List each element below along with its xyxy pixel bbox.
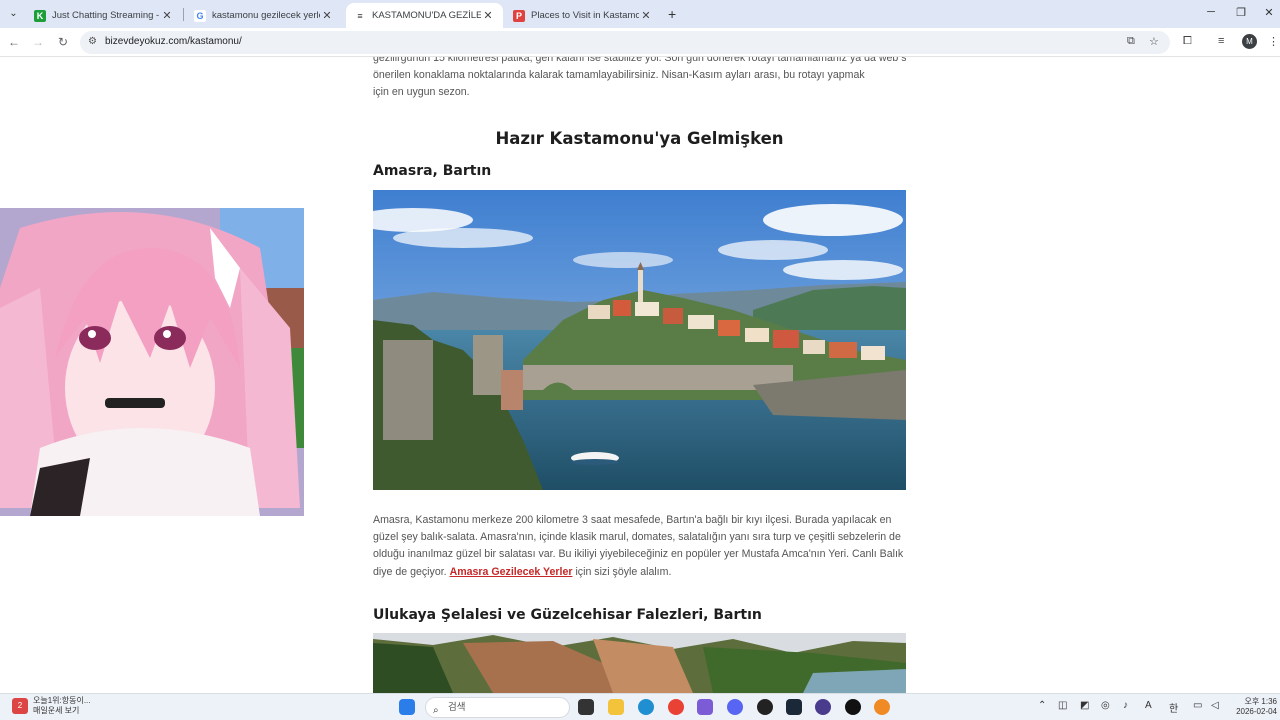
ime-language[interactable]: 한	[1169, 700, 1178, 715]
tab-strip: ⌄ K Just Chatting Streaming - Live ✕ G k…	[0, 0, 1280, 28]
discord-icon[interactable]	[727, 699, 743, 715]
tab-0-title: Just Chatting Streaming - Live	[52, 10, 160, 21]
volume-icon[interactable]: ◁	[1211, 700, 1219, 711]
site-info-icon[interactable]: ⚙	[88, 36, 97, 47]
close-icon[interactable]: ✕	[160, 9, 174, 22]
windows-taskbar: 2 오늘1위:항동이... 매일운세 보기 ⌕ 검색 ⌃ ◫ ◩ ◎ ♪ A 한…	[0, 693, 1280, 720]
file-explorer-icon[interactable]	[608, 699, 624, 715]
amasra-body-text-end: için sizi şöyle alalım.	[575, 565, 672, 578]
bookmark-star-icon[interactable]: ☆	[1149, 35, 1159, 48]
ime-mode-icon[interactable]: A	[1145, 700, 1152, 711]
forward-arrow-icon[interactable]: →	[30, 35, 46, 49]
minimize-icon[interactable]: ─	[1201, 6, 1221, 18]
tab-1[interactable]: G kastamonu gezilecek yerler - G ✕	[186, 3, 342, 28]
edge-browser-icon[interactable]	[638, 699, 654, 715]
intro-line-3: için en uygun sezon.	[373, 86, 470, 99]
app-icon-orange[interactable]	[874, 699, 890, 715]
tray-chevron-up-icon[interactable]: ⌃	[1038, 700, 1046, 711]
intro-line-2: önerilen konaklama noktalarında kalarak …	[373, 69, 865, 82]
place-heading-amasra: Amasra, Bartın	[373, 163, 492, 179]
clock-time: 오후 1:36	[1244, 697, 1277, 706]
tray-app-icon-2[interactable]: ◩	[1080, 700, 1089, 711]
address-bar[interactable]: ⚙ bizevdeyokuz.com/kastamonu/ ⧉ ☆	[80, 31, 1170, 54]
task-view-icon[interactable]	[578, 699, 594, 715]
amasra-guide-link[interactable]: Amasra Gezilecek Yerler	[450, 566, 573, 578]
more-menu-icon[interactable]: ⋮	[1268, 35, 1279, 48]
reload-icon[interactable]: ↻	[55, 35, 71, 49]
tray-app-icon[interactable]: ◫	[1058, 700, 1067, 711]
tray-app-icon-3[interactable]: ◎	[1101, 700, 1110, 711]
app-icon-purple[interactable]	[697, 699, 713, 715]
web-page: gezilirgünün 15 kilometresi patika, geri…	[0, 57, 1280, 693]
google-favicon-icon: G	[194, 9, 206, 22]
intro-line-1: gezilirgünün 15 kilometresi patika, geri…	[373, 57, 906, 64]
news-widget[interactable]: 오늘1위:항동이... 매일운세 보기	[33, 696, 91, 716]
tab-2-active[interactable]: ≡ KASTAMONU'DA GEZİLECEK YE ✕	[346, 3, 503, 28]
pinterest-favicon-icon: P	[513, 9, 525, 22]
browser-toolbar: ← → ↻ ⚙ bizevdeyokuz.com/kastamonu/ ⧉ ☆ …	[0, 28, 1280, 57]
close-icon[interactable]: ✕	[481, 9, 495, 22]
obs-icon[interactable]	[757, 699, 773, 715]
kick-favicon-icon: K	[34, 9, 46, 22]
back-arrow-icon[interactable]: ←	[6, 35, 22, 49]
place-heading-ulukaya: Ulukaya Şelalesi ve Güzelcehisar Falezle…	[373, 607, 762, 623]
search-placeholder: 검색	[448, 702, 466, 713]
taskbar-search[interactable]: ⌕ 검색	[425, 697, 570, 718]
streamer-avatar-overlay	[0, 208, 304, 516]
intro-paragraph: gezilirgünün 15 kilometresi patika, geri…	[373, 57, 906, 102]
tab-3-title: Places to Visit in Kastamonu: T	[531, 10, 639, 21]
news-headline: 오늘1위:항동이...	[33, 696, 91, 705]
url-text[interactable]: bizevdeyokuz.com/kastamonu/	[105, 36, 242, 47]
start-windows-icon[interactable]	[399, 699, 415, 715]
tab-search-chevron-icon[interactable]: ⌄	[5, 5, 22, 22]
profile-avatar[interactable]: M	[1242, 34, 1257, 49]
search-icon: ⌕	[433, 705, 439, 716]
window-close-icon[interactable]: ✕	[1259, 6, 1279, 19]
microphone-icon[interactable]: ♪	[1123, 700, 1128, 711]
ulukaya-photo	[373, 633, 906, 693]
close-icon[interactable]: ✕	[320, 9, 334, 22]
tab-3[interactable]: P Places to Visit in Kastamonu: T ✕	[505, 3, 661, 28]
amasra-paragraph: Amasra, Kastamonu merkeze 200 kilometre …	[373, 512, 906, 581]
site-menu-favicon-icon: ≡	[354, 9, 366, 22]
tab-2-title: KASTAMONU'DA GEZİLECEK YE	[372, 10, 481, 21]
tab-1-title: kastamonu gezilecek yerler - G	[212, 10, 320, 21]
clock-date: 2026-02-04	[1236, 707, 1277, 716]
app-icon-blue[interactable]	[815, 699, 831, 715]
news-subline: 매일운세 보기	[33, 706, 80, 715]
new-tab-plus-icon[interactable]: +	[668, 6, 676, 22]
chrome-browser-icon[interactable]	[668, 699, 684, 715]
system-clock[interactable]: 오후 1:36 2026-02-04	[1231, 697, 1277, 717]
translate-icon[interactable]: ⧉	[1127, 35, 1135, 48]
restore-icon[interactable]: ❐	[1231, 6, 1251, 19]
section-title: Hazır Kastamonu'ya Gelmişken	[495, 129, 784, 148]
amasra-photo	[373, 190, 906, 490]
app-icon-black[interactable]	[845, 699, 861, 715]
media-control-icon[interactable]: ≡	[1218, 35, 1224, 47]
network-icon[interactable]: ▭	[1193, 700, 1202, 711]
extensions-puzzle-icon[interactable]: ⧠	[1183, 35, 1192, 48]
tab-0[interactable]: K Just Chatting Streaming - Live ✕	[26, 3, 182, 28]
steam-icon[interactable]	[786, 699, 802, 715]
news-widget-icon[interactable]: 2	[12, 698, 28, 714]
close-icon[interactable]: ✕	[639, 9, 653, 22]
